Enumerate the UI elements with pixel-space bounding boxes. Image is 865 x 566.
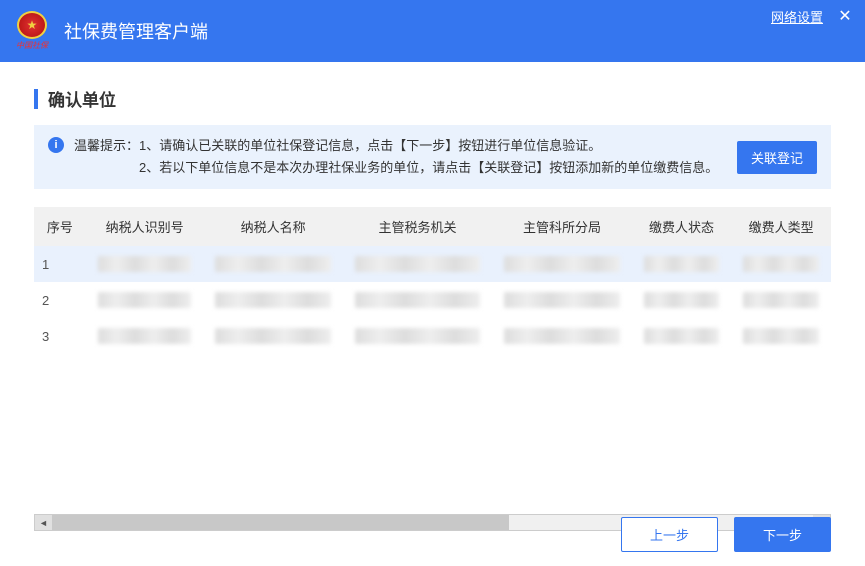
info-box: i 温馨提示：1、请确认已关联的单位社保登记信息，点击【下一步】按钮进行单位信息… bbox=[34, 125, 831, 189]
info-icon: i bbox=[48, 137, 64, 153]
cell-redacted bbox=[492, 246, 631, 282]
cell-redacted bbox=[492, 282, 631, 318]
col-payer-status: 缴费人状态 bbox=[632, 207, 732, 246]
scroll-left-icon[interactable]: ◄ bbox=[35, 515, 52, 530]
table-row[interactable]: 2 bbox=[34, 282, 831, 318]
table-empty-region bbox=[34, 354, 831, 514]
unit-table: 序号 纳税人识别号 纳税人名称 主管税务机关 主管科所分局 缴费人状态 缴费人类… bbox=[34, 207, 831, 354]
cell-redacted bbox=[632, 246, 732, 282]
title-accent bbox=[34, 89, 38, 109]
info-text: 温馨提示：1、请确认已关联的单位社保登记信息，点击【下一步】按钮进行单位信息验证… bbox=[74, 135, 727, 179]
cell-redacted bbox=[203, 246, 342, 282]
info-prefix: 温馨提示： bbox=[74, 138, 139, 153]
col-branch: 主管科所分局 bbox=[492, 207, 631, 246]
table-wrapper: 序号 纳税人识别号 纳税人名称 主管税务机关 主管科所分局 缴费人状态 缴费人类… bbox=[34, 207, 831, 531]
table-header-row: 序号 纳税人识别号 纳税人名称 主管税务机关 主管科所分局 缴费人状态 缴费人类… bbox=[34, 207, 831, 246]
cell-seq: 1 bbox=[34, 246, 86, 282]
cell-redacted bbox=[343, 282, 492, 318]
cell-redacted bbox=[203, 318, 342, 354]
app-title: 社保费管理客户端 bbox=[64, 18, 208, 44]
table-row[interactable]: 3 bbox=[34, 318, 831, 354]
col-taxpayer-name: 纳税人名称 bbox=[203, 207, 342, 246]
close-icon[interactable]: ✕ bbox=[835, 6, 855, 26]
cell-redacted bbox=[731, 282, 831, 318]
link-register-button[interactable]: 关联登记 bbox=[737, 141, 817, 174]
network-settings-link[interactable]: 网络设置 bbox=[771, 7, 823, 26]
cell-seq: 3 bbox=[34, 318, 86, 354]
cell-redacted bbox=[731, 318, 831, 354]
prev-button[interactable]: 上一步 bbox=[621, 517, 718, 552]
content-area: 确认单位 i 温馨提示：1、请确认已关联的单位社保登记信息，点击【下一步】按钮进… bbox=[0, 62, 865, 531]
page-title-row: 确认单位 bbox=[34, 86, 831, 111]
scroll-thumb[interactable] bbox=[52, 515, 509, 530]
footer-buttons: 上一步 下一步 bbox=[621, 517, 831, 552]
cell-seq: 2 bbox=[34, 282, 86, 318]
col-seq: 序号 bbox=[34, 207, 86, 246]
info-line1: 1、请确认已关联的单位社保登记信息，点击【下一步】按钮进行单位信息验证。 bbox=[139, 138, 601, 153]
col-taxpayer-id: 纳税人识别号 bbox=[86, 207, 204, 246]
cell-redacted bbox=[492, 318, 631, 354]
emblem-icon bbox=[17, 11, 47, 39]
logo-subtext: 中国社保 bbox=[16, 40, 48, 51]
page-title: 确认单位 bbox=[48, 86, 116, 111]
cell-redacted bbox=[86, 318, 204, 354]
cell-redacted bbox=[343, 246, 492, 282]
col-payer-type: 缴费人类型 bbox=[731, 207, 831, 246]
cell-redacted bbox=[203, 282, 342, 318]
cell-redacted bbox=[343, 318, 492, 354]
cell-redacted bbox=[731, 246, 831, 282]
col-tax-authority: 主管税务机关 bbox=[343, 207, 492, 246]
next-button[interactable]: 下一步 bbox=[734, 517, 831, 552]
cell-redacted bbox=[86, 282, 204, 318]
cell-redacted bbox=[86, 246, 204, 282]
cell-redacted bbox=[632, 318, 732, 354]
table-row[interactable]: 1 bbox=[34, 246, 831, 282]
titlebar: 中国社保 社保费管理客户端 网络设置 ✕ bbox=[0, 0, 865, 62]
app-logo: 中国社保 bbox=[12, 11, 52, 51]
info-line2: 2、若以下单位信息不是本次办理社保业务的单位，请点击【关联登记】按钮添加新的单位… bbox=[139, 160, 718, 175]
cell-redacted bbox=[632, 282, 732, 318]
